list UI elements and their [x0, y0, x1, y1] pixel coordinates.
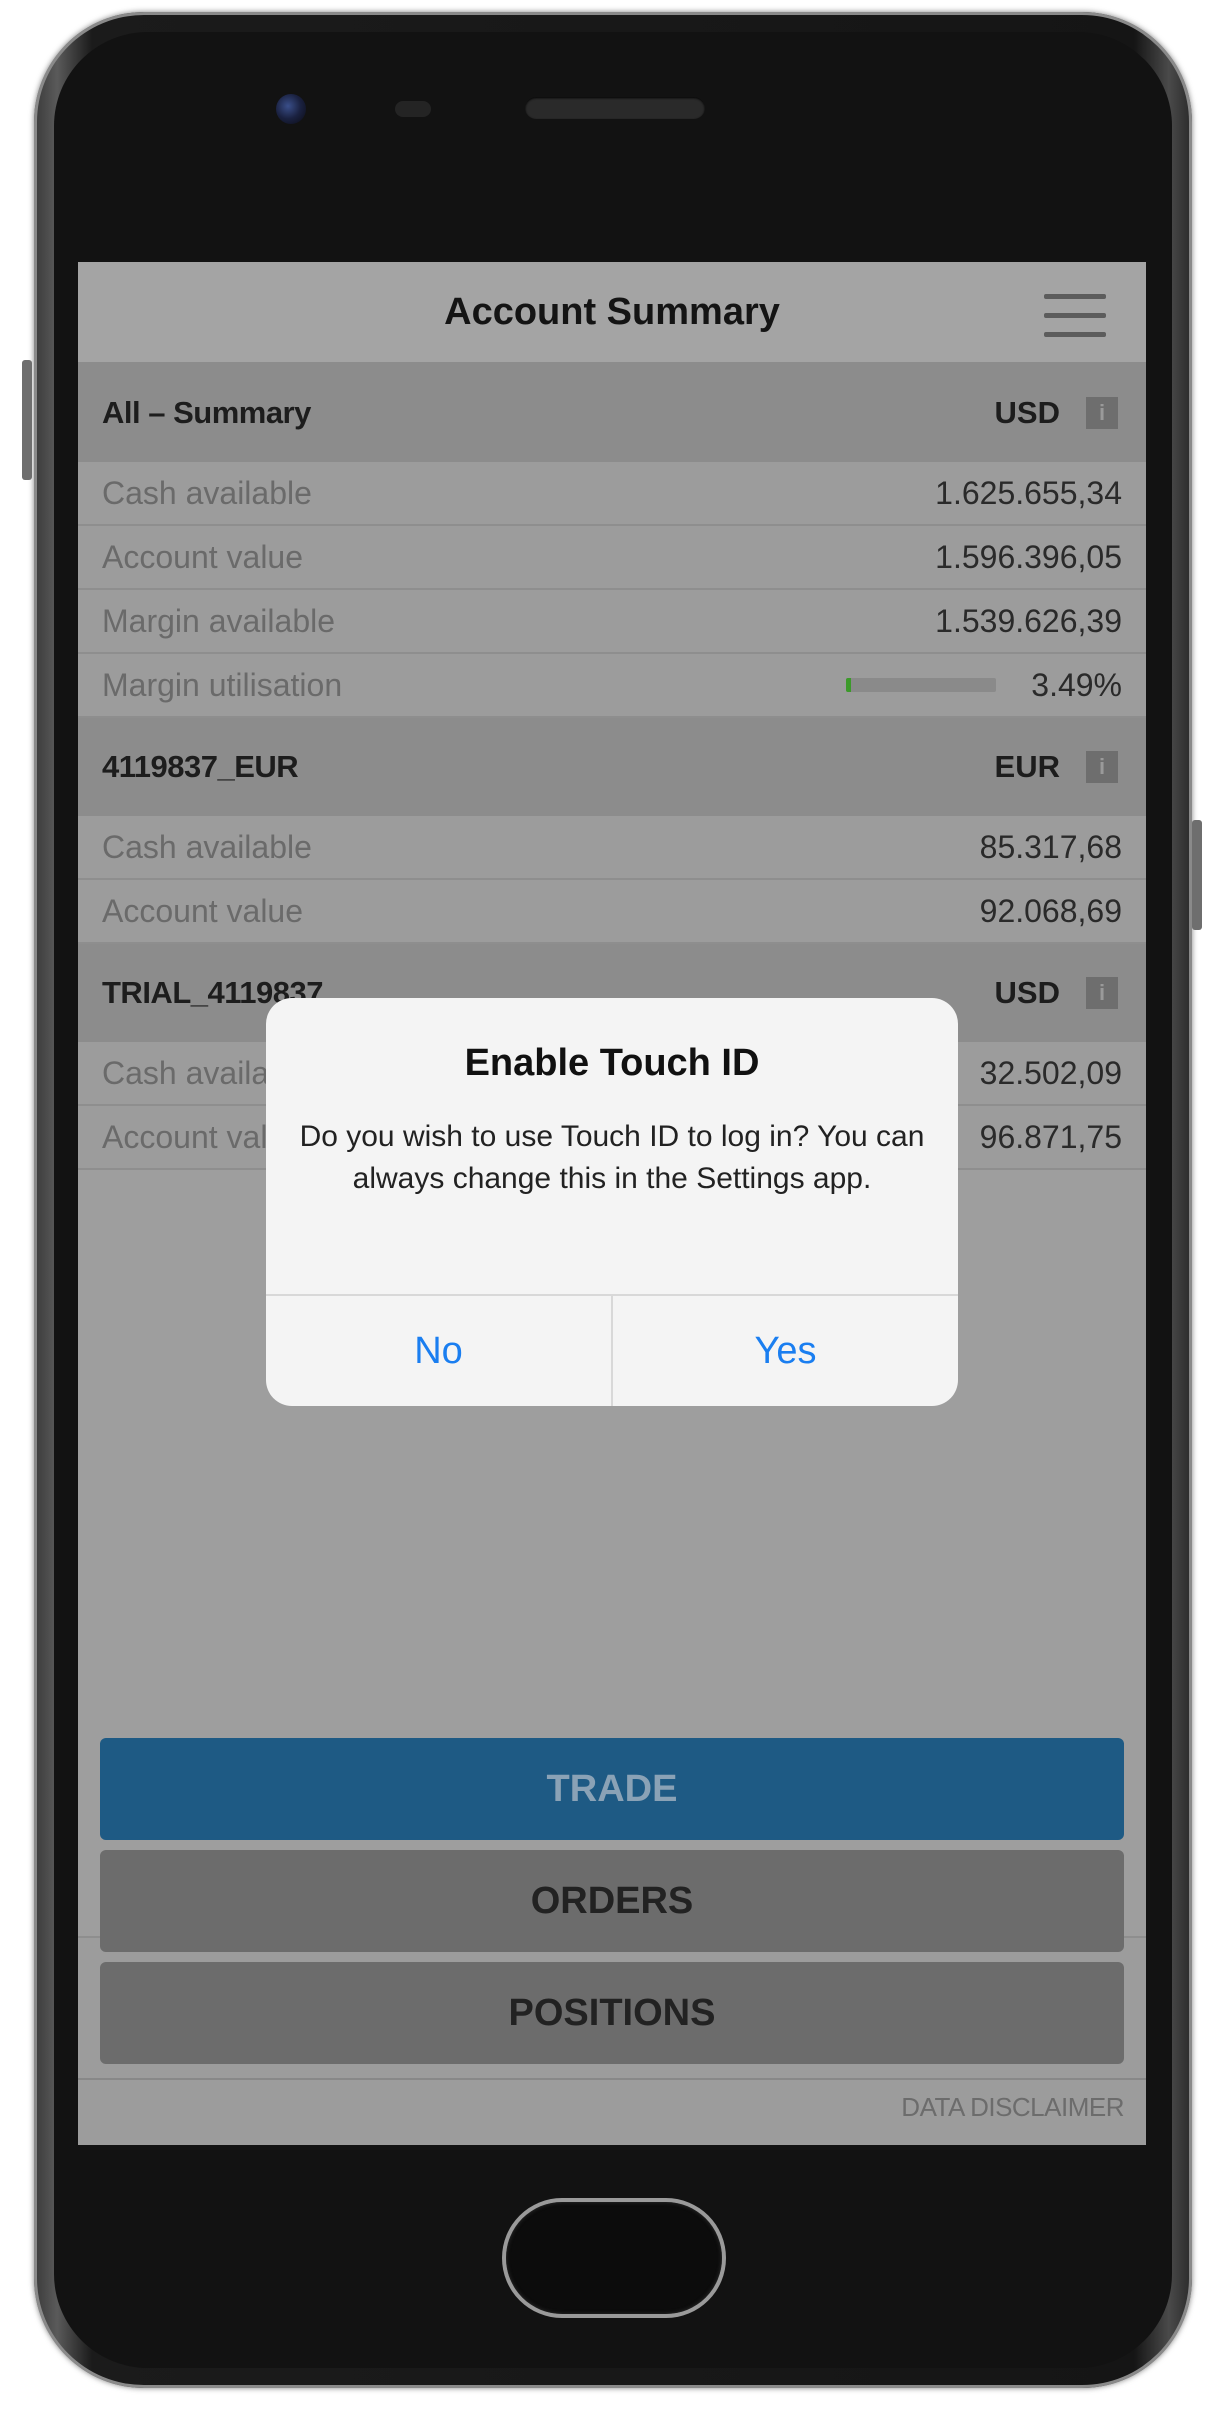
- row-label: Account value: [102, 539, 304, 575]
- row-label: Margin utilisation: [102, 667, 343, 703]
- info-icon[interactable]: i: [1086, 397, 1118, 429]
- row-value: 1.539.626,39: [935, 603, 1122, 639]
- account-currency: USD: [994, 975, 1060, 1010]
- menu-icon[interactable]: [1044, 294, 1106, 338]
- row-label: Cash available: [102, 475, 312, 511]
- account-name: All – Summary: [102, 395, 311, 430]
- margin-utilisation-meter-fill: [846, 678, 852, 692]
- positions-button[interactable]: POSITIONS: [100, 1962, 1124, 2064]
- row-value: 1.596.396,05: [935, 539, 1122, 575]
- row-label: Cash available: [102, 829, 312, 865]
- list-item: Account value 1.596.396,05: [78, 526, 1146, 590]
- app-screen: Account Summary All – Summary USD i Cash…: [78, 226, 1146, 2145]
- list-item: Margin utilisation 3.49%: [78, 654, 1146, 718]
- row-label: Margin available: [102, 603, 336, 639]
- phone-side-button: [1192, 820, 1202, 930]
- row-value: 3.49%: [1031, 667, 1122, 703]
- dialog-title: Enable Touch ID: [464, 1042, 760, 1084]
- list-item: Cash available 85.317,68: [78, 816, 1146, 880]
- dialog-message: Do you wish to use Touch ID to log in? Y…: [299, 1120, 925, 1195]
- account-header-eur: 4119837_EUR EUR i: [78, 718, 1146, 818]
- no-button[interactable]: No: [266, 1296, 611, 1406]
- trade-button[interactable]: TRADE: [100, 1738, 1124, 1840]
- app-header: Account Summary: [78, 262, 1146, 364]
- data-disclaimer-link[interactable]: DATA DISCLAIMER: [901, 2092, 1124, 2123]
- list-item: Margin available 1.539.626,39: [78, 590, 1146, 654]
- orders-button[interactable]: ORDERS: [100, 1850, 1124, 1952]
- row-value: 92.068,69: [979, 893, 1122, 929]
- row-value: 85.317,68: [979, 829, 1122, 865]
- footer-divider: [78, 2078, 1146, 2080]
- account-currency: EUR: [994, 749, 1060, 784]
- account-name: 4119837_EUR: [102, 749, 299, 784]
- row-value: 96.871,75: [979, 1119, 1122, 1155]
- front-camera: [276, 94, 306, 124]
- account-header-all-summary: All – Summary USD i: [78, 364, 1146, 464]
- earpiece-speaker: [525, 97, 705, 119]
- row-label: Account value: [102, 893, 304, 929]
- row-value: 32.502,09: [979, 1055, 1122, 1091]
- info-icon[interactable]: i: [1086, 751, 1118, 783]
- list-item: Cash available 1.625.655,34: [78, 462, 1146, 526]
- touch-id-dialog: Enable Touch ID Do you wish to use Touch…: [266, 998, 958, 1406]
- proximity-sensor: [395, 101, 431, 117]
- account-currency: USD: [994, 395, 1060, 430]
- phone-side-button: [22, 360, 32, 480]
- home-button[interactable]: [506, 2202, 722, 2314]
- list-item: Account value 92.068,69: [78, 880, 1146, 944]
- yes-button[interactable]: Yes: [613, 1296, 958, 1406]
- info-icon[interactable]: i: [1086, 977, 1118, 1009]
- page-title: Account Summary: [444, 291, 780, 333]
- margin-utilisation-meter: [846, 678, 996, 692]
- status-bar: [78, 226, 1146, 262]
- row-value: 1.625.655,34: [935, 475, 1122, 511]
